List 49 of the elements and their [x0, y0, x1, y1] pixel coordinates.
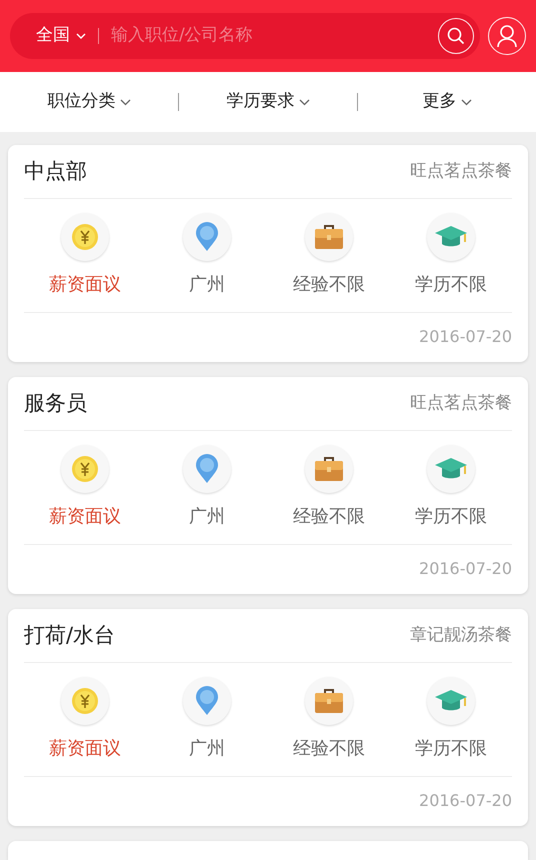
chevron-down-icon	[298, 98, 310, 106]
profile-button[interactable]	[488, 17, 526, 55]
filter-dropdown[interactable]: 职位分类	[0, 89, 178, 115]
search-icon	[446, 26, 466, 46]
search-button[interactable]	[438, 18, 474, 54]
job-card[interactable]: 中点部 旺点茗点茶餐 薪资面议 广州 经验不限 学历不限 2016-07-20	[8, 145, 528, 362]
graduation-cap-icon	[434, 689, 468, 713]
tag-label: 薪资面议	[49, 737, 121, 761]
briefcase-icon	[314, 224, 344, 250]
company-name: 旺点茗点茶餐	[410, 392, 512, 415]
company-name: 旺点茗点茶餐	[410, 160, 512, 183]
user-icon	[496, 24, 518, 48]
location-pin-icon	[195, 454, 219, 484]
post-date: 2016-07-20	[419, 558, 512, 580]
region-dropdown[interactable]: 全国	[36, 23, 86, 49]
chevron-down-icon	[460, 98, 472, 106]
coin-icon	[71, 223, 99, 251]
job-title: 服务员	[24, 390, 87, 417]
coin-icon	[71, 687, 99, 715]
job-title: 打荷/水台	[24, 622, 116, 649]
graduation-cap-icon	[434, 457, 468, 481]
tag-label: 广州	[189, 737, 225, 761]
tag-label: 广州	[189, 505, 225, 529]
post-date: 2016-07-20	[419, 326, 512, 348]
filter-dropdown[interactable]: 更多	[358, 89, 536, 115]
post-date: 2016-07-20	[419, 790, 512, 812]
job-title: 中点部	[24, 158, 87, 185]
briefcase-icon	[314, 456, 344, 482]
tag-label: 学历不限	[415, 505, 487, 529]
location-pin-icon	[195, 686, 219, 716]
search-field[interactable]: 全国 输入职位/公司名称	[10, 13, 480, 59]
tag-label: 薪资面议	[49, 273, 121, 297]
tag-label: 经验不限	[293, 505, 365, 529]
tag-label: 经验不限	[293, 737, 365, 761]
tag-label: 学历不限	[415, 273, 487, 297]
tag-label: 广州	[189, 273, 225, 297]
filter-dropdown[interactable]: 学历要求	[179, 89, 357, 115]
tag-label: 学历不限	[415, 737, 487, 761]
job-card[interactable]: 打荷/水台 章记靓汤茶餐 薪资面议 广州 经验不限 学历不限 2016-07-20	[8, 609, 528, 826]
tag-label: 经验不限	[293, 273, 365, 297]
chevron-down-icon	[120, 98, 130, 106]
briefcase-icon	[314, 688, 344, 714]
company-name: 章记靓汤茶餐	[410, 624, 512, 647]
job-card[interactable]: 服务员 旺点茗点茶餐 薪资面议 广州 经验不限 学历不限 2016-07-20	[8, 377, 528, 594]
tag-label: 薪资面议	[49, 505, 121, 529]
graduation-cap-icon	[434, 225, 468, 249]
chevron-down-icon	[76, 33, 86, 39]
location-pin-icon	[195, 222, 219, 252]
coin-icon	[71, 455, 99, 483]
